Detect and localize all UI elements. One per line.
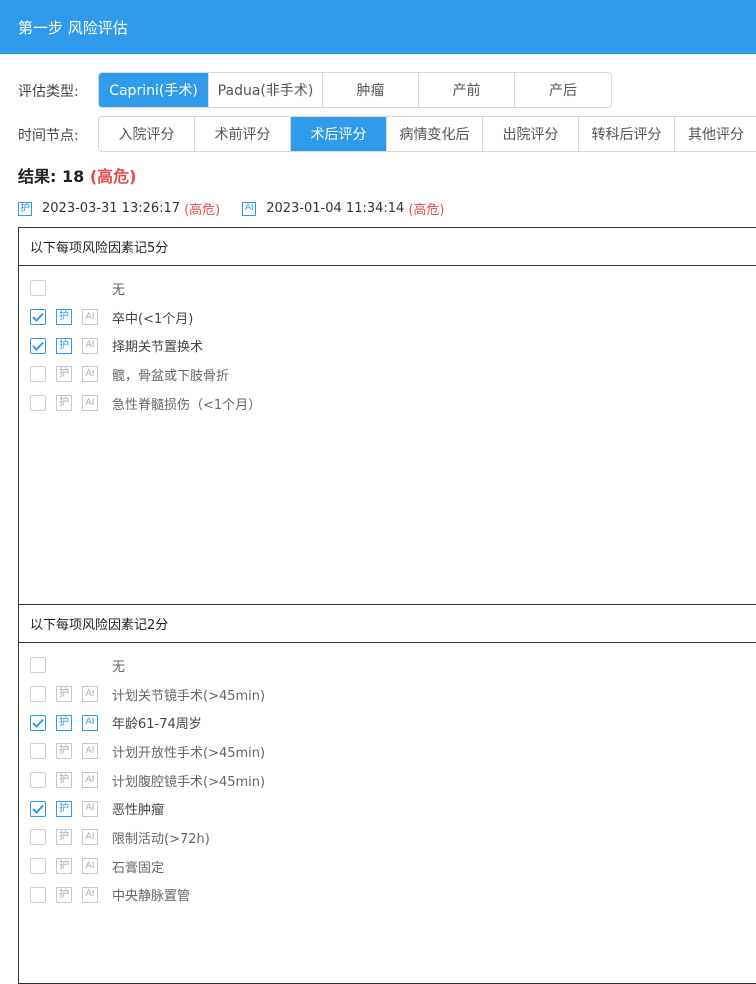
nurse-source-icon: 护 xyxy=(56,829,72,846)
risk-factor-item[interactable]: 护 AI 年龄61-74周岁 xyxy=(19,708,756,737)
nurse-source-icon: 护 xyxy=(56,714,72,731)
assessment-type-option[interactable]: 肿瘤 xyxy=(323,73,419,107)
nurse-source-icon: 护 xyxy=(56,366,72,383)
risk-factor-checkbox[interactable] xyxy=(30,395,46,412)
risk-factor-item[interactable]: 护 AI 卒中(<1个月) xyxy=(19,303,756,332)
risk-factor-item[interactable]: 护 AI 恶性肿瘤 xyxy=(19,794,756,823)
risk-factor-checkbox[interactable] xyxy=(30,772,46,789)
risk-factor-label: 中央静脉置管 xyxy=(112,889,191,905)
assessment-type-option[interactable]: Caprini(手术) xyxy=(99,73,209,107)
risk-factor-item[interactable]: 护 AI 限制活动(>72h) xyxy=(19,823,756,852)
ai-source-icon: AI xyxy=(82,395,98,412)
assessment-type-option[interactable]: Padua(非手术) xyxy=(209,73,323,107)
risk-factor-label: 髋，骨盆或下肢骨折 xyxy=(112,368,230,384)
risk-factor-item[interactable]: 护 AI 计划关节镜手术(>45min) xyxy=(19,680,756,709)
time-point-option[interactable]: 术前评分 xyxy=(195,117,291,151)
risk-factor-label: 计划关节镜手术(>45min) xyxy=(112,688,266,704)
risk-factor-checkbox[interactable] xyxy=(30,800,46,817)
assessment-type-label: 评估类型: xyxy=(18,84,79,100)
time-point-option[interactable]: 出院评分 xyxy=(483,117,579,151)
risk-section-2-points: 以下每项风险因素记2分 无护 AI 计划关节镜手术(>45min) 护 AI 年龄61-7… xyxy=(18,604,756,984)
nurse-source-icon: 护 xyxy=(56,743,72,760)
risk-factor-checkbox[interactable] xyxy=(30,686,46,703)
result-score: 18 xyxy=(61,167,85,186)
nurse-timestamp: 2023-03-31 13:26:17 xyxy=(42,201,181,216)
risk-factor-checkbox[interactable] xyxy=(30,309,46,326)
risk-factor-label: 急性脊髓损伤（<1个月） xyxy=(112,397,262,413)
risk-section-5-points: 以下每项风险因素记5分 无护 AI 卒中(<1个月) 护 AI 择期关节置换术护 AI 髋，骨… xyxy=(18,227,756,605)
risk-factor-item[interactable]: 护 AI 石膏固定 xyxy=(19,852,756,881)
risk-factor-label: 石膏固定 xyxy=(112,860,165,876)
ai-source-icon: AI xyxy=(82,714,98,731)
risk-factor-checkbox[interactable] xyxy=(30,743,46,760)
result-summary: 结果: 18 (高危) xyxy=(18,163,136,187)
time-point-option[interactable]: 入院评分 xyxy=(99,117,195,151)
risk-factor-item[interactable]: 无 xyxy=(19,274,756,303)
risk-factor-item[interactable]: 护 AI 择期关节置换术 xyxy=(19,331,756,360)
risk-factor-checkbox[interactable] xyxy=(30,657,46,674)
risk-factor-checkbox[interactable] xyxy=(30,858,46,875)
time-point-option[interactable]: 术后评分 xyxy=(291,117,387,151)
risk-factor-label: 计划开放性手术(>45min) xyxy=(112,745,266,761)
ai-source-icon: AI xyxy=(82,772,98,789)
page-header: 第一步 风险评估 xyxy=(0,0,756,54)
ai-source-icon: AI xyxy=(82,337,98,354)
risk-factor-item[interactable]: 护 AI 计划腹腔镜手术(>45min) xyxy=(19,766,756,795)
time-point-selector: 入院评分 术前评分 术后评分 病情变化后 出院评分 转科后评分 其他评分 xyxy=(98,116,756,152)
ai-badge-icon: AI xyxy=(242,201,257,216)
ai-source-icon: AI xyxy=(82,829,98,846)
risk-factor-checkbox[interactable] xyxy=(30,714,46,731)
risk-factor-label: 限制活动(>72h) xyxy=(112,831,210,847)
section-title: 以下每项风险因素记2分 xyxy=(19,605,756,643)
risk-factor-item[interactable]: 护 AI 急性脊髓损伤（<1个月） xyxy=(19,389,756,418)
risk-factor-label: 择期关节置换术 xyxy=(112,340,204,356)
risk-factor-label: 年龄61-74周岁 xyxy=(112,717,202,733)
nurse-source-icon: 护 xyxy=(56,800,72,817)
ai-source-icon: AI xyxy=(82,858,98,875)
risk-factor-item[interactable]: 护 AI 髋，骨盆或下肢骨折 xyxy=(19,360,756,389)
time-point-option[interactable]: 转科后评分 xyxy=(579,117,675,151)
nurse-source-icon: 护 xyxy=(56,395,72,412)
risk-factor-checkbox[interactable] xyxy=(30,886,46,903)
risk-factor-checkbox[interactable] xyxy=(30,366,46,383)
nurse-source-icon: 护 xyxy=(56,309,72,326)
time-point-option[interactable]: 病情变化后 xyxy=(387,117,483,151)
assessment-type-option[interactable]: 产后 xyxy=(515,73,611,107)
result-label: 结果: xyxy=(18,167,57,186)
nurse-source-icon: 护 xyxy=(56,337,72,354)
ai-source-icon: AI xyxy=(82,366,98,383)
risk-factor-item[interactable]: 护 AI 中央静脉置管 xyxy=(19,881,756,910)
ai-source-icon: AI xyxy=(82,886,98,903)
assessment-type-selector: Caprini(手术) Padua(非手术) 肿瘤 产前 产后 xyxy=(98,72,612,108)
risk-factor-checkbox[interactable] xyxy=(30,280,46,297)
risk-factor-label: 恶性肿瘤 xyxy=(112,803,165,819)
risk-factor-label: 卒中(<1个月) xyxy=(112,311,194,327)
result-risk-level: (高危) xyxy=(89,167,137,186)
ai-source-icon: AI xyxy=(82,800,98,817)
nurse-badge-icon: 护 xyxy=(18,201,32,216)
nurse-risk-level: (高危) xyxy=(184,203,221,218)
risk-factor-label: 计划腹腔镜手术(>45min) xyxy=(112,774,266,790)
risk-factor-label: 无 xyxy=(112,659,126,675)
risk-factor-item[interactable]: 护 AI 计划开放性手术(>45min) xyxy=(19,737,756,766)
time-point-option[interactable]: 其他评分 xyxy=(675,117,756,151)
risk-factor-item[interactable]: 无 xyxy=(19,651,756,680)
assessment-sources: 护 2023-03-31 13:26:17 (高危) AI 2023-01-04… xyxy=(18,199,444,218)
ai-source-icon: AI xyxy=(82,309,98,326)
risk-factor-checkbox[interactable] xyxy=(30,337,46,354)
risk-factor-checkbox[interactable] xyxy=(30,829,46,846)
page-title: 第一步 风险评估 xyxy=(18,18,128,37)
ai-source-icon: AI xyxy=(82,686,98,703)
nurse-source-icon: 护 xyxy=(56,686,72,703)
ai-source-icon: AI xyxy=(82,743,98,760)
time-point-label: 时间节点: xyxy=(18,128,79,144)
nurse-source-icon: 护 xyxy=(56,772,72,789)
nurse-source-icon: 护 xyxy=(56,858,72,875)
section-title: 以下每项风险因素记5分 xyxy=(19,228,756,266)
ai-timestamp: 2023-01-04 11:34:14 xyxy=(266,201,405,216)
nurse-source-icon: 护 xyxy=(56,886,72,903)
assessment-type-option[interactable]: 产前 xyxy=(419,73,515,107)
ai-risk-level: (高危) xyxy=(408,203,445,218)
risk-factor-label: 无 xyxy=(112,282,126,298)
